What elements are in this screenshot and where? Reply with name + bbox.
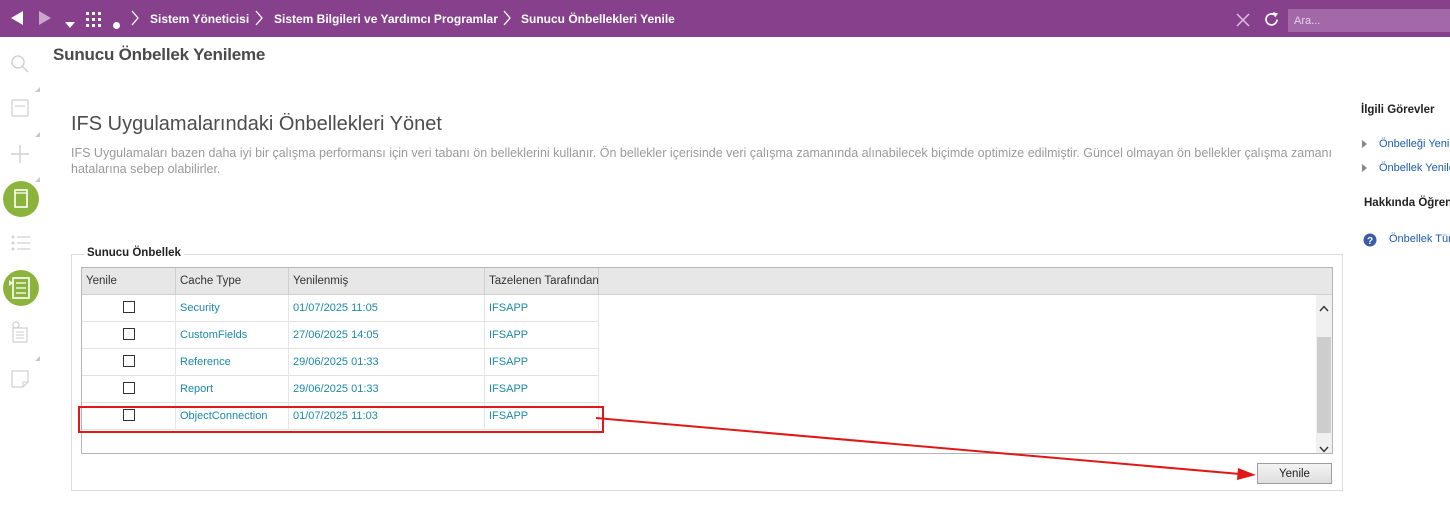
svg-text:?: ? <box>1367 236 1373 247</box>
close-icon[interactable] <box>1236 13 1250 32</box>
refreshed-by-cell: IFSAPP <box>485 322 599 349</box>
breadcrumb-item-current-page[interactable]: Sunucu Önbellekleri Yenile <box>521 12 675 26</box>
task-list-icon[interactable] <box>3 270 39 306</box>
refresh-checkbox[interactable] <box>123 301 135 313</box>
scroll-down-icon[interactable] <box>1319 440 1329 453</box>
column-header-refreshed[interactable]: Yenilenmiş <box>289 268 485 295</box>
cache-table: Yenile Cache Type Yenilenmiş Tazelenen T… <box>81 267 1333 454</box>
breadcrumb-separator-icon <box>503 10 511 31</box>
search-icon[interactable] <box>10 54 30 79</box>
refreshed-cell: 29/06/2025 01:33 <box>289 349 485 376</box>
table-row[interactable]: ObjectConnection 01/07/2025 11:03 IFSAPP <box>82 403 599 430</box>
top-navigation-bar: Sistem Yöneticisi Sistem Bilgileri ve Ya… <box>0 0 1450 37</box>
group-legend: Sunucu Önbellek <box>84 247 184 259</box>
refreshed-cell: 01/07/2025 11:03 <box>289 403 485 430</box>
task-arrow-icon <box>1362 140 1367 148</box>
column-header-refreshed-by[interactable]: Tazelenen Tarafından <box>485 268 599 295</box>
cache-type-cell: CustomFields <box>176 322 289 349</box>
page-title: Sunucu Önbellek Yenileme <box>53 45 266 64</box>
add-icon[interactable] <box>10 144 30 169</box>
refreshed-by-cell: IFSAPP <box>485 295 599 322</box>
refresh-button[interactable]: Yenile <box>1257 463 1332 484</box>
clipboard-icon[interactable] <box>11 321 29 348</box>
refreshed-cell: 01/07/2025 11:05 <box>289 295 485 322</box>
note-icon[interactable] <box>11 370 29 393</box>
app-grid-icon[interactable] <box>86 12 102 33</box>
section-description: IFS Uygulamaları bazen daha iyi bir çalı… <box>71 146 1332 176</box>
related-task-link[interactable]: Önbellek Yenile <box>1379 162 1450 174</box>
back-arrow-icon[interactable] <box>10 10 24 31</box>
search-input[interactable] <box>1288 9 1450 32</box>
refresh-checkbox[interactable] <box>123 328 135 340</box>
refreshed-cell: 27/06/2025 14:05 <box>289 322 485 349</box>
table-row[interactable]: Report 29/06/2025 01:33 IFSAPP <box>82 376 599 403</box>
related-task-link[interactable]: Önbelleği Yenile <box>1379 138 1450 150</box>
refresh-cell <box>82 295 176 322</box>
corner-marker-icon <box>35 79 40 92</box>
table-row[interactable]: Security 01/07/2025 11:05 IFSAPP <box>82 295 599 322</box>
form-icon[interactable] <box>11 99 29 122</box>
cache-type-cell: ObjectConnection <box>176 403 289 430</box>
refresh-icon[interactable] <box>1263 11 1280 33</box>
refresh-cell <box>82 403 176 430</box>
help-icon: ? <box>1363 233 1377 252</box>
refresh-cell <box>82 376 176 403</box>
refreshed-cell: 29/06/2025 01:33 <box>289 376 485 403</box>
corner-marker-icon <box>35 348 40 361</box>
refresh-checkbox[interactable] <box>123 409 135 421</box>
breadcrumb-item-system-admin[interactable]: Sistem Yöneticisi <box>150 12 249 26</box>
about-heading: Hakkında Öğren <box>1364 197 1450 209</box>
refreshed-by-cell: IFSAPP <box>485 376 599 403</box>
list-icon[interactable] <box>11 234 31 257</box>
table-scrollbar[interactable] <box>1316 295 1332 453</box>
refresh-checkbox[interactable] <box>123 355 135 367</box>
table-row[interactable]: CustomFields 27/06/2025 14:05 IFSAPP <box>82 322 599 349</box>
about-link[interactable]: Önbellek Tür <box>1389 233 1450 245</box>
related-tasks-heading: İlgili Görevler <box>1361 104 1435 116</box>
cache-type-cell: Reference <box>176 349 289 376</box>
refresh-cell <box>82 322 176 349</box>
cache-type-cell: Security <box>176 295 289 322</box>
breadcrumb-separator-icon <box>255 10 263 31</box>
dropdown-caret-icon[interactable] <box>65 15 75 33</box>
column-header-refresh[interactable]: Yenile <box>82 268 176 295</box>
refresh-cell <box>82 349 176 376</box>
forward-arrow-icon[interactable] <box>38 10 52 31</box>
document-icon[interactable] <box>3 181 39 217</box>
refreshed-by-cell: IFSAPP <box>485 403 599 430</box>
scroll-thumb[interactable] <box>1317 337 1331 433</box>
refresh-checkbox[interactable] <box>123 382 135 394</box>
column-header-cache-type[interactable]: Cache Type <box>176 268 289 295</box>
breadcrumb-separator-icon <box>131 10 139 31</box>
cache-type-cell: Report <box>176 376 289 403</box>
section-heading: IFS Uygulamalarındaki Önbellekleri Yönet <box>71 113 442 135</box>
breadcrumb-item-system-info[interactable]: Sistem Bilgileri ve Yardımcı Programlar <box>274 12 498 26</box>
task-arrow-icon <box>1362 164 1367 172</box>
scroll-up-icon[interactable] <box>1319 299 1329 317</box>
corner-marker-icon <box>35 124 40 137</box>
table-header: Yenile Cache Type Yenilenmiş Tazelenen T… <box>82 268 1332 295</box>
table-row[interactable]: Reference 29/06/2025 01:33 IFSAPP <box>82 349 599 376</box>
refreshed-by-cell: IFSAPP <box>485 349 599 376</box>
corner-marker-icon <box>35 169 40 182</box>
dot-icon[interactable] <box>113 16 120 34</box>
